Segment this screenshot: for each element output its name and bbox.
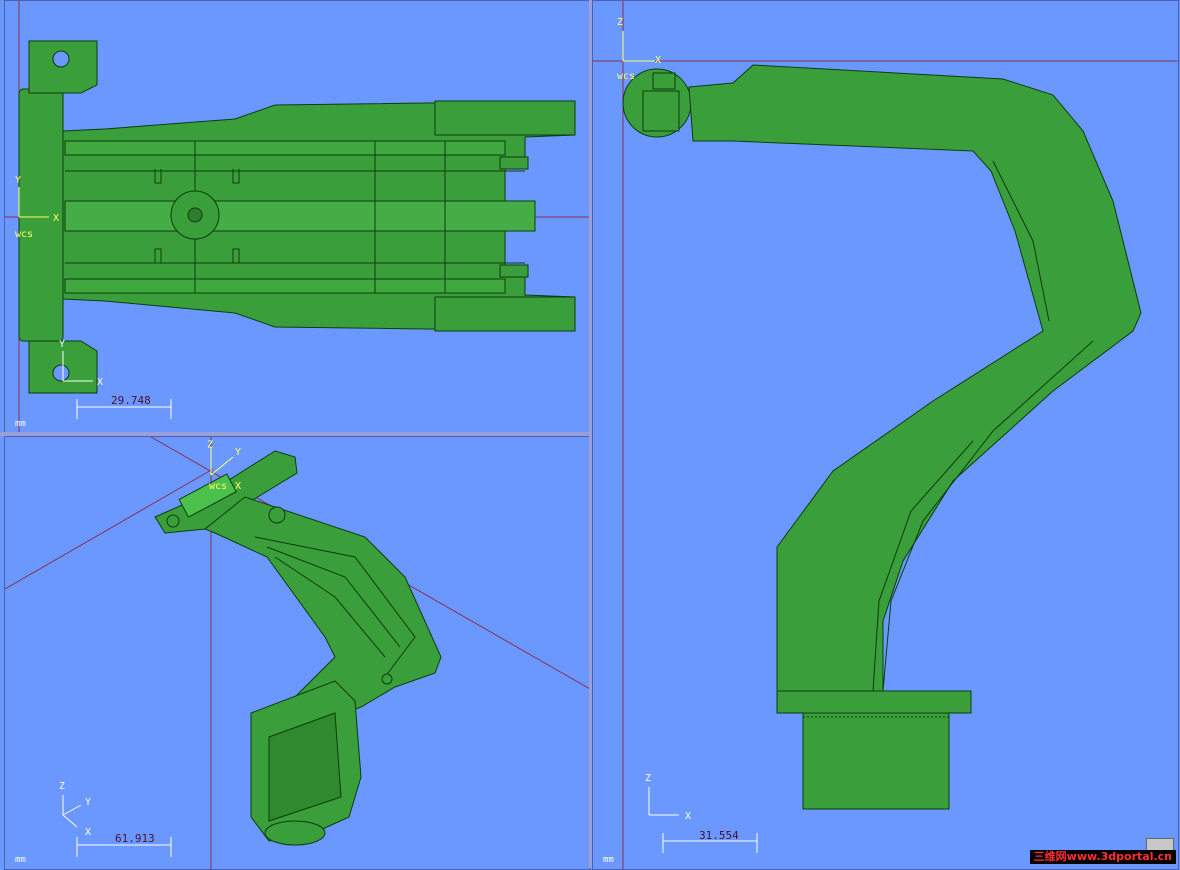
part-model-iso [154,450,442,846]
part-model-side [622,64,1142,810]
viewport-top[interactable]: Y X wcs Y X 29.748 mm [4,0,591,434]
splitter-horizontal[interactable] [0,432,590,436]
triad-label-y: Y [59,339,65,350]
iso-triad-z: Z [59,781,65,792]
axis-label-x: X [53,213,59,224]
units-label-side: mm [603,855,614,865]
side-view-canvas: Z X wcs Z X 31.554 [593,1,1178,869]
splitter-vertical[interactable] [589,0,592,868]
side-wcs-label: wcs [617,71,635,82]
units-label-top: mm [15,419,26,429]
top-view-canvas: Y X wcs Y X 29.748 [5,1,590,433]
side-axis-x: X [655,55,661,66]
scale-bar-side: 31.554 [662,829,758,853]
part-model-top [18,40,576,394]
side-axis-z: Z [617,17,623,28]
iso-axis-y: Y [235,447,241,458]
watermark-text: 三维网www.3dportal.cn [1029,850,1176,864]
triad-label-x: X [97,377,103,388]
scale-value-top: 29.748 [111,394,151,407]
side-triad-z: Z [645,773,651,784]
iso-axis-x: X [235,481,241,492]
iso-wcs-label: wcs [209,481,227,492]
units-label-iso: mm [15,855,26,865]
iso-axis-z: Z [207,439,213,450]
viewport-isometric[interactable]: Z Y X wcs Z Y X 61.913 mm [4,436,591,870]
iso-view-canvas: Z Y X wcs Z Y X 61.913 [5,437,590,869]
side-triad-x: X [685,811,691,822]
axis-label-y: Y [15,175,21,186]
iso-triad-x: X [85,827,91,838]
scale-bar-iso: 61.913 [76,832,172,857]
scale-bar-top: 29.748 [76,394,172,419]
viewport-side[interactable]: Z X wcs Z X 31.554 mm [592,0,1179,870]
scale-value-iso: 61.913 [115,832,155,845]
iso-triad-y: Y [85,797,91,808]
wcs-label: wcs [15,229,33,240]
scale-value-side: 31.554 [699,829,739,842]
